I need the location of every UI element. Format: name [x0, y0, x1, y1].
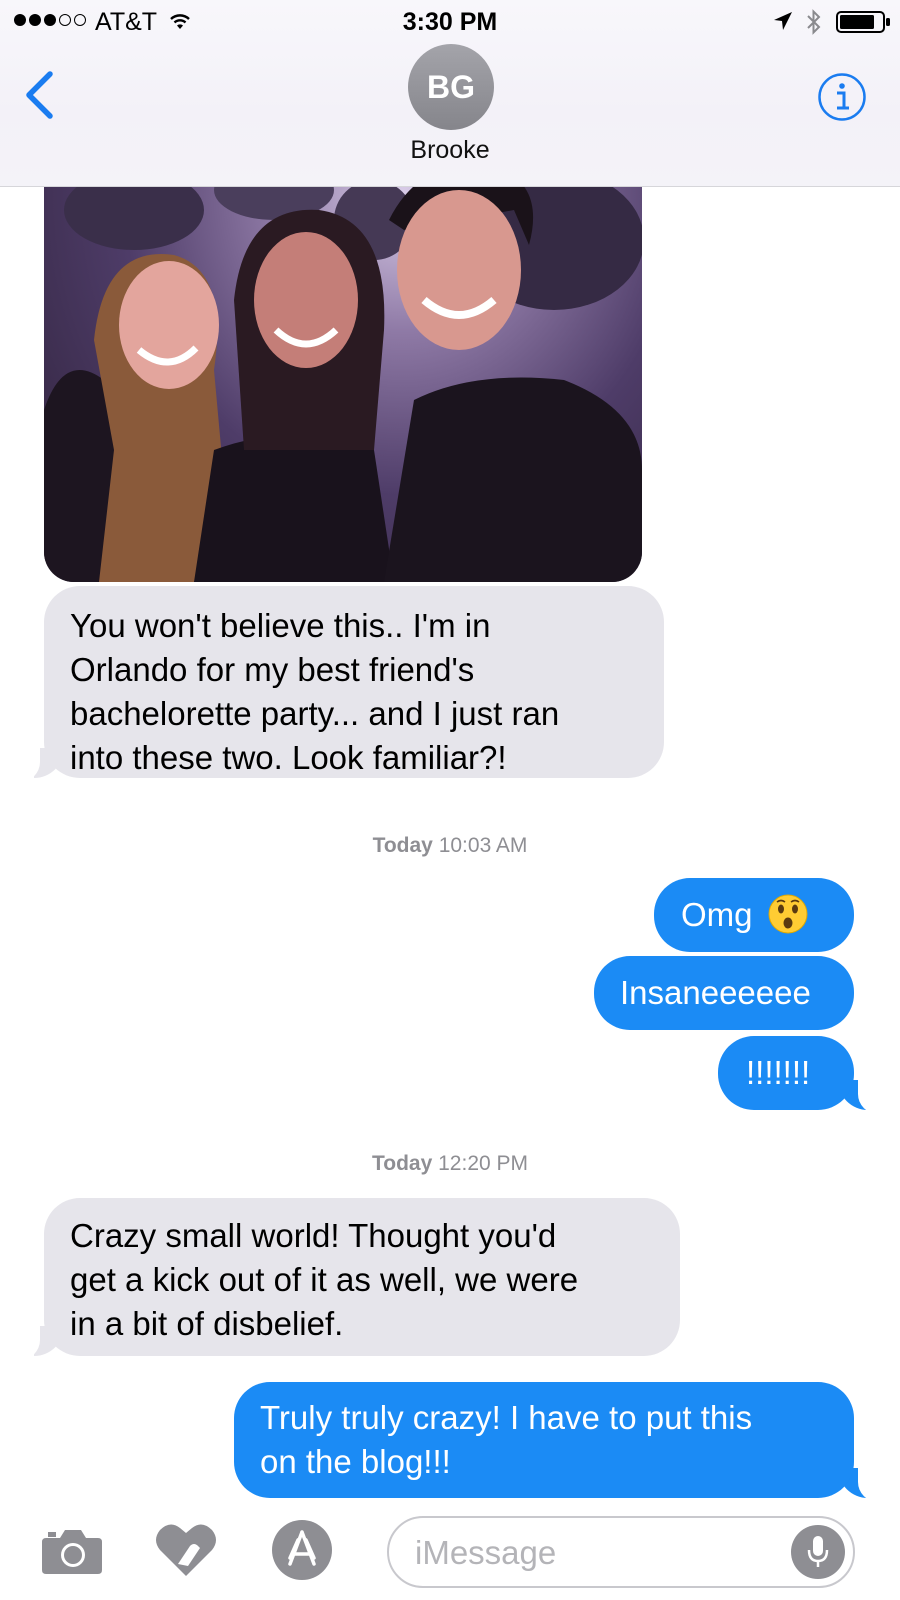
- photo-attachment[interactable]: [44, 150, 642, 582]
- message-line: on the blog!!!: [260, 1443, 451, 1480]
- message-input[interactable]: [413, 1530, 777, 1576]
- timestamp-time: 12:20 PM: [438, 1152, 529, 1175]
- timestamp-day: Today: [371, 1152, 433, 1175]
- timestamp-time: 10:03 AM: [438, 834, 528, 857]
- incoming-message-bubble[interactable]: Crazy small world! Thought you'd get a k…: [44, 1198, 680, 1356]
- message-line: Crazy small world! Thought you'd: [70, 1217, 557, 1254]
- selfie-photo: [44, 160, 642, 582]
- status-time: 3:30 PM: [402, 8, 498, 36]
- incoming-message-bubble[interactable]: You won't believe this.. I'm in Orlando …: [44, 586, 664, 778]
- back-chevron-icon[interactable]: [22, 70, 56, 120]
- info-icon[interactable]: [817, 72, 867, 122]
- message-line: bachelorette party... and I just ran: [70, 695, 560, 732]
- outgoing-message-bubble[interactable]: Omg: [654, 878, 854, 952]
- message-input-bar: [0, 1500, 900, 1600]
- microphone-icon: [807, 1536, 829, 1567]
- message-line: Truly truly crazy! I have to put this: [260, 1399, 753, 1436]
- microphone-button[interactable]: [791, 1525, 845, 1579]
- battery-icon: [836, 11, 890, 33]
- bluetooth-icon: [807, 9, 821, 35]
- message-line: into these two. Look familiar?!: [70, 739, 507, 776]
- outgoing-message-bubble[interactable]: !!!!!!!: [718, 1036, 854, 1110]
- hushed-face-emoji-icon: [768, 894, 808, 934]
- app-store-icon[interactable]: [270, 1518, 334, 1582]
- location-arrow-icon: [774, 12, 792, 30]
- message-text: !!!!!!!: [746, 1054, 811, 1091]
- outgoing-message-bubble[interactable]: Insaneeeeee: [594, 956, 854, 1030]
- timestamp-day: Today: [372, 834, 433, 857]
- avatar-initials: BG: [427, 68, 475, 105]
- message-line: Orlando for my best friend's: [70, 651, 475, 688]
- outgoing-message-bubble[interactable]: Truly truly crazy! I have to put this on…: [234, 1382, 854, 1498]
- message-line: You won't believe this.. I'm in: [70, 607, 491, 644]
- status-bar: AT&T 3:30 PM: [0, 0, 900, 44]
- message-text: Omg: [681, 896, 753, 933]
- camera-icon[interactable]: [40, 1526, 104, 1576]
- contact-name[interactable]: Brooke: [0, 136, 900, 165]
- timestamp: Today 10:03 AM: [0, 834, 900, 858]
- message-line: in a bit of disbelief.: [70, 1305, 344, 1342]
- message-text: Insaneeeeee: [620, 974, 811, 1011]
- contact-avatar[interactable]: BG: [408, 44, 494, 130]
- digital-touch-icon[interactable]: [154, 1520, 218, 1580]
- conversation-header: AT&T 3:30 PM BG Brooke: [0, 0, 900, 187]
- message-input-field[interactable]: [387, 1516, 855, 1588]
- message-line: get a kick out of it as well, we were: [70, 1261, 579, 1298]
- timestamp: Today 12:20 PM: [0, 1152, 900, 1176]
